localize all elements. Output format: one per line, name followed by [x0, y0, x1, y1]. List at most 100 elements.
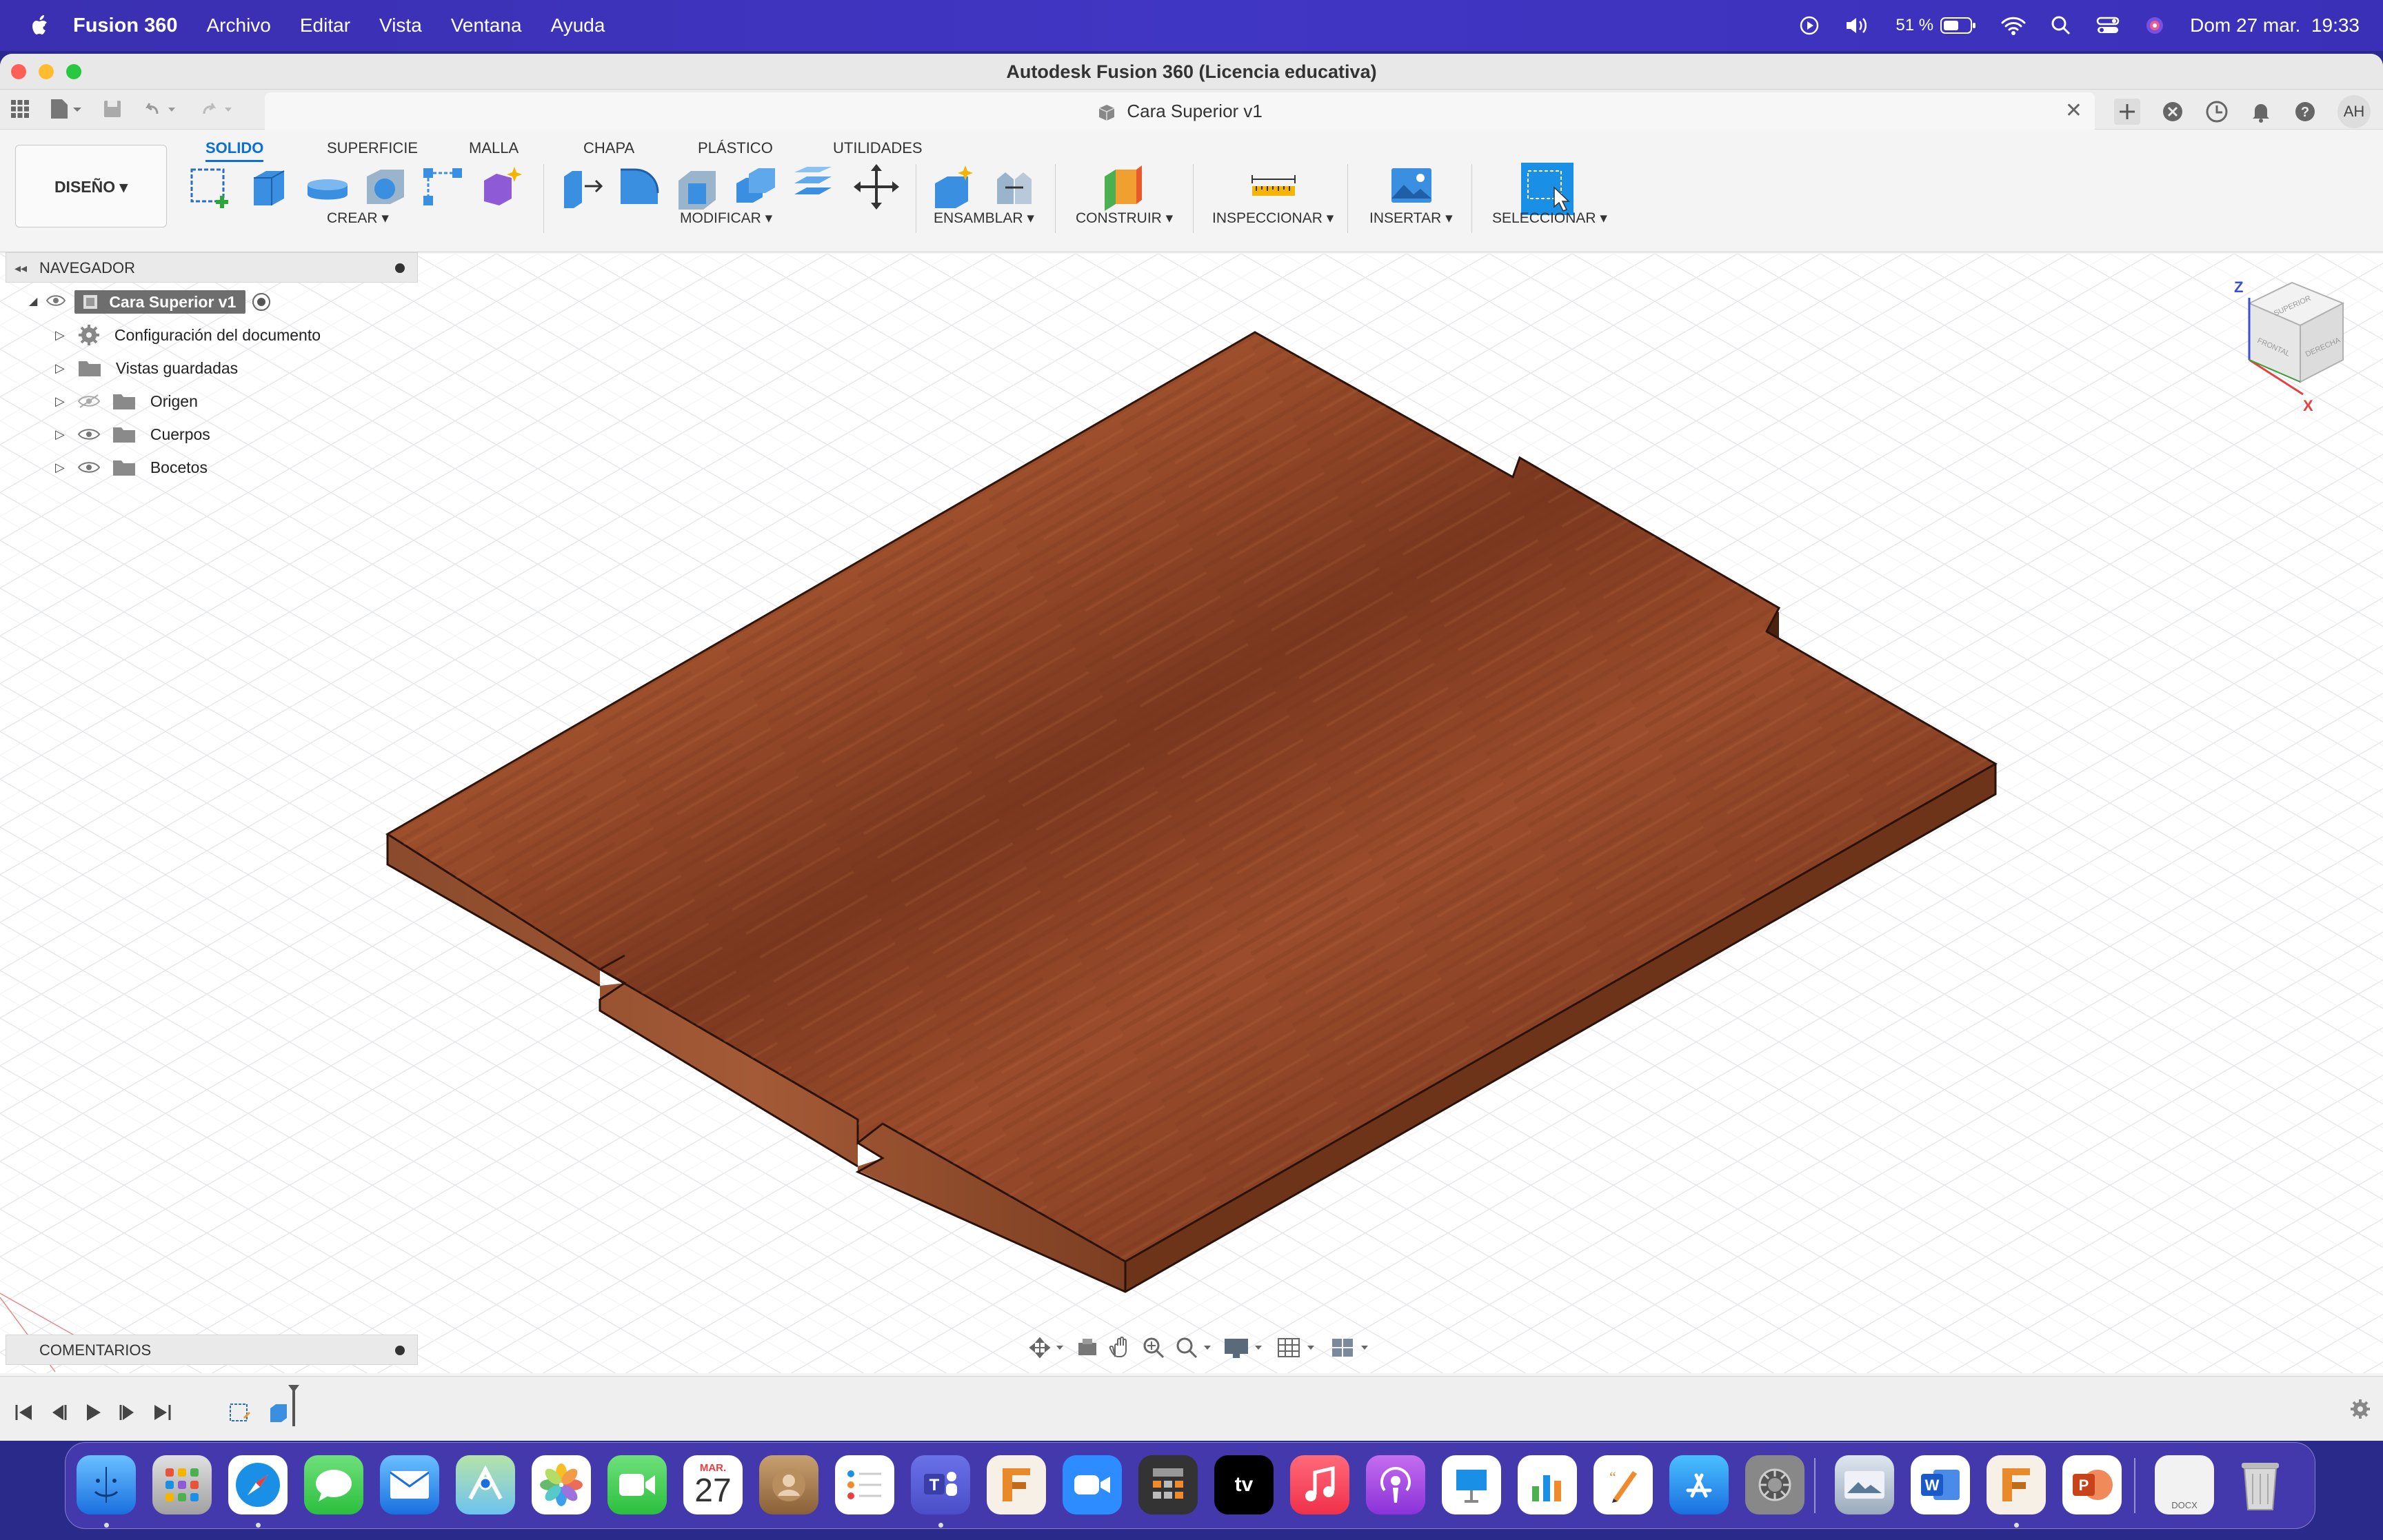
create-sketch-icon[interactable]	[188, 163, 236, 211]
keynote-icon[interactable]	[1442, 1455, 1501, 1514]
pages-icon[interactable]: “	[1593, 1455, 1653, 1514]
recent-preview-icon[interactable]	[1835, 1455, 1894, 1514]
step-forward-icon[interactable]	[117, 1402, 138, 1423]
group-ensamblar[interactable]: ENSAMBLAR ▾	[934, 210, 1034, 227]
fusion360-dock-icon[interactable]	[987, 1455, 1046, 1514]
fusion360-recent-icon[interactable]	[1987, 1455, 2046, 1514]
contacts-icon[interactable]	[759, 1455, 818, 1514]
timeline-sketch-feature-icon[interactable]	[228, 1400, 252, 1425]
siri-icon[interactable]	[2144, 15, 2165, 36]
apple-tv-icon[interactable]: tv	[1214, 1455, 1274, 1514]
redo-icon[interactable]	[200, 99, 241, 119]
chamfer-icon[interactable]	[673, 163, 721, 211]
group-crear[interactable]: CREAR ▾	[327, 210, 389, 227]
app-menu-name[interactable]: Fusion 360	[73, 14, 178, 37]
play-icon[interactable]	[83, 1402, 103, 1423]
navigator-pin-icon[interactable]	[395, 263, 405, 273]
visibility-hidden-icon[interactable]	[77, 394, 101, 409]
user-avatar[interactable]: AH	[2337, 95, 2371, 128]
trash-icon[interactable]	[2231, 1455, 2290, 1514]
navigator-item-doc-settings[interactable]: ▷ Configuración del documento	[55, 320, 321, 350]
measure-icon[interactable]	[1249, 163, 1298, 211]
screen-record-icon[interactable]	[1799, 15, 1820, 36]
menu-ventana[interactable]: Ventana	[451, 14, 522, 37]
save-icon[interactable]	[102, 99, 123, 119]
workspace-switcher[interactable]: DISEÑO ▾	[15, 145, 167, 227]
clock[interactable]: Dom 27 mar. 19:33	[2190, 14, 2360, 37]
launchpad-icon[interactable]	[152, 1455, 212, 1514]
visibility-eye-icon[interactable]	[77, 427, 101, 442]
group-modificar[interactable]: MODIFICAR ▾	[680, 210, 772, 227]
maps-icon[interactable]	[456, 1455, 515, 1514]
reminders-icon[interactable]	[835, 1455, 894, 1514]
group-inspeccionar[interactable]: INSPECCIONAR ▾	[1212, 210, 1334, 227]
zoom-icon[interactable]	[1142, 1336, 1165, 1359]
control-center-icon[interactable]	[2096, 15, 2120, 36]
expand-arrow-icon[interactable]: ▷	[55, 452, 65, 483]
tab-utilidades[interactable]: UTILIDADES	[833, 139, 923, 157]
calculator-icon[interactable]	[1138, 1455, 1198, 1514]
menu-archivo[interactable]: Archivo	[207, 14, 271, 37]
pan-hand-icon[interactable]	[1109, 1336, 1132, 1359]
menu-ayuda[interactable]: Ayuda	[551, 14, 605, 37]
new-component-icon[interactable]	[929, 163, 978, 211]
file-menu-icon[interactable]	[48, 98, 84, 120]
close-tab-icon[interactable]: ✕	[2065, 92, 2082, 130]
pattern-icon[interactable]	[419, 163, 467, 211]
activate-radio-icon[interactable]	[252, 293, 271, 311]
joint-icon[interactable]	[990, 163, 1038, 211]
powerpoint-icon[interactable]: P	[2062, 1455, 2122, 1514]
close-window-button[interactable]	[11, 64, 26, 79]
visibility-eye-icon[interactable]	[77, 460, 101, 475]
data-panel-grid-icon[interactable]	[10, 99, 30, 119]
offset-face-icon[interactable]	[789, 163, 837, 211]
group-seleccionar[interactable]: SELECCIONAR ▾	[1492, 210, 1607, 227]
timeline-marker-icon[interactable]	[287, 1384, 301, 1428]
group-construir[interactable]: CONSTRUIR ▾	[1076, 210, 1173, 227]
wifi-icon[interactable]	[2001, 15, 2026, 36]
viewports-icon[interactable]	[1331, 1336, 1375, 1359]
mail-icon[interactable]	[380, 1455, 439, 1514]
expand-arrow-icon[interactable]: ▷	[55, 386, 65, 416]
photos-icon[interactable]	[532, 1455, 591, 1514]
navigator-item-origin[interactable]: ▷ Origen	[55, 386, 198, 416]
numbers-icon[interactable]	[1518, 1455, 1577, 1514]
offset-plane-icon[interactable]	[1099, 163, 1147, 211]
expand-arrow-icon[interactable]: ◢	[29, 287, 37, 317]
comments-panel[interactable]: COMENTARIOS	[6, 1335, 418, 1365]
navigator-item-bodies[interactable]: ▷ Cuerpos	[55, 419, 210, 449]
look-at-icon[interactable]	[1076, 1336, 1099, 1359]
navigator-item-saved-views[interactable]: ▷ Vistas guardadas	[55, 353, 238, 383]
step-back-icon[interactable]	[48, 1402, 69, 1423]
navigator-item-sketches[interactable]: ▷ Bocetos	[55, 452, 208, 483]
job-status-icon[interactable]	[2205, 100, 2229, 123]
safari-icon[interactable]	[228, 1455, 288, 1514]
timeline-settings-gear-icon[interactable]	[2349, 1397, 2372, 1421]
messages-icon[interactable]	[304, 1455, 363, 1514]
menu-editar[interactable]: Editar	[300, 14, 350, 37]
expand-arrow-icon[interactable]: ▷	[55, 320, 65, 350]
zoom-app-icon[interactable]	[1063, 1455, 1122, 1514]
expand-arrow-icon[interactable]: ▷	[55, 419, 65, 449]
minimize-window-button[interactable]	[39, 64, 54, 79]
teams-icon[interactable]: T	[911, 1455, 970, 1514]
system-preferences-icon[interactable]	[1745, 1455, 1804, 1514]
form-icon[interactable]	[477, 163, 525, 211]
podcasts-icon[interactable]	[1366, 1455, 1425, 1514]
help-icon[interactable]: ?	[2293, 100, 2317, 123]
maximize-window-button[interactable]	[66, 64, 81, 79]
grid-snaps-icon[interactable]	[1277, 1336, 1321, 1359]
spotlight-search-icon[interactable]	[2051, 15, 2071, 36]
notifications-bell-icon[interactable]	[2249, 100, 2273, 123]
navigator-root-row[interactable]: ◢ Cara Superior v1	[29, 287, 271, 317]
battery-status[interactable]: 51 %	[1896, 16, 1976, 35]
menu-vista[interactable]: Vista	[379, 14, 422, 37]
tab-superficie[interactable]: SUPERFICIE	[327, 139, 418, 157]
facetime-icon[interactable]	[607, 1455, 667, 1514]
document-tab[interactable]: Cara Superior v1 ✕	[265, 92, 2095, 130]
fit-zoom-icon[interactable]	[1175, 1336, 1214, 1359]
docx-file-icon[interactable]: DOCX	[2155, 1455, 2214, 1514]
tab-malla[interactable]: MALLA	[469, 139, 519, 157]
calendar-icon[interactable]: MAR. 27	[683, 1455, 743, 1514]
comments-pin-icon[interactable]	[395, 1346, 405, 1355]
